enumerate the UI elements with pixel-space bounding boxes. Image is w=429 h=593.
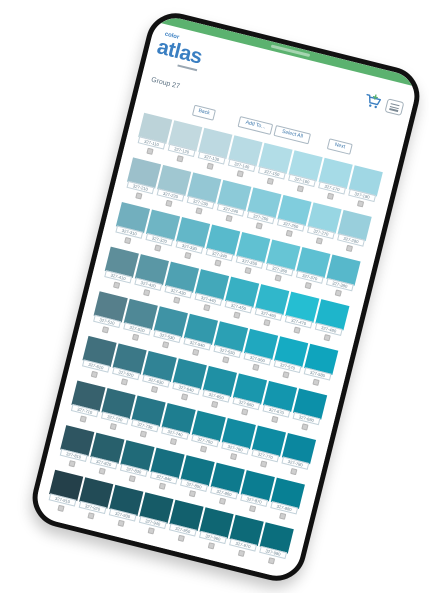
swatch-grid: 327-110 327-120 327-130 327-140 327-150 327-1… bbox=[45, 112, 384, 569]
speaker-notch bbox=[270, 44, 311, 58]
swatch-checkbox[interactable] bbox=[262, 318, 271, 327]
swatch-checkbox[interactable] bbox=[199, 445, 207, 453]
swatch-checkbox[interactable] bbox=[278, 512, 286, 520]
swatch-checkbox[interactable] bbox=[164, 199, 173, 207]
swatch-checkbox[interactable] bbox=[150, 385, 158, 393]
swatch-checkbox[interactable] bbox=[281, 371, 290, 379]
swatch-checkbox[interactable] bbox=[218, 497, 226, 505]
swatch-checkbox[interactable] bbox=[175, 155, 184, 163]
swatch-checkbox[interactable] bbox=[274, 274, 282, 282]
swatch-checkbox[interactable] bbox=[232, 311, 241, 319]
swatch-checkbox[interactable] bbox=[191, 348, 199, 356]
swatch-checkbox[interactable] bbox=[183, 251, 192, 260]
swatch-checkbox[interactable] bbox=[237, 549, 245, 557]
back-button[interactable]: Back bbox=[191, 104, 216, 121]
swatch-checkbox[interactable] bbox=[270, 415, 278, 423]
swatch-checkbox[interactable] bbox=[158, 482, 166, 490]
swatch-checkbox[interactable] bbox=[194, 207, 203, 215]
swatch-checkbox[interactable] bbox=[289, 467, 297, 476]
swatch-checkbox[interactable] bbox=[145, 147, 154, 155]
swatch-checkbox[interactable] bbox=[56, 504, 65, 512]
swatch-checkbox[interactable] bbox=[142, 288, 150, 297]
swatch-checkbox[interactable] bbox=[147, 527, 155, 535]
swatch-checkbox[interactable] bbox=[153, 244, 161, 252]
swatch-checkbox[interactable] bbox=[356, 200, 364, 208]
select-all-button[interactable]: Select All bbox=[273, 125, 312, 145]
cart-button[interactable] bbox=[363, 92, 383, 111]
swatch-checkbox[interactable] bbox=[240, 408, 248, 416]
swatch-checkbox[interactable] bbox=[202, 303, 210, 312]
hamburger-menu-icon bbox=[389, 99, 404, 112]
swatch-checkbox[interactable] bbox=[79, 415, 87, 423]
swatch-checkbox[interactable] bbox=[109, 422, 117, 431]
swatch-checkbox[interactable] bbox=[248, 504, 256, 513]
swatch-checkbox[interactable] bbox=[169, 437, 177, 446]
swatch-checkbox[interactable] bbox=[345, 244, 353, 252]
swatch-checkbox[interactable] bbox=[123, 236, 131, 245]
swatch-checkbox[interactable] bbox=[134, 192, 143, 200]
swatch-checkbox[interactable] bbox=[161, 341, 169, 349]
next-button[interactable]: Next bbox=[326, 138, 353, 155]
swatch-checkbox[interactable] bbox=[251, 363, 260, 371]
swatch-checkbox[interactable] bbox=[292, 326, 301, 334]
swatch-checkbox[interactable] bbox=[131, 333, 139, 341]
swatch-checkbox[interactable] bbox=[334, 289, 342, 297]
swatch-checkbox[interactable] bbox=[67, 459, 76, 468]
swatch-checkbox[interactable] bbox=[285, 229, 293, 237]
swatch-checkbox[interactable] bbox=[210, 400, 218, 408]
swatch-checkbox[interactable] bbox=[139, 430, 147, 438]
swatch-checkbox[interactable] bbox=[98, 467, 106, 475]
swatch-checkbox[interactable] bbox=[243, 266, 252, 275]
menu-button[interactable] bbox=[384, 98, 405, 116]
app-screen: color atlas Group 27 Back Add To... Sele… bbox=[32, 13, 420, 581]
swatch-checkbox[interactable] bbox=[229, 452, 237, 461]
swatch-checkbox[interactable] bbox=[224, 214, 233, 222]
swatch-checkbox[interactable] bbox=[120, 378, 128, 386]
swatch-checkbox[interactable] bbox=[112, 281, 120, 289]
swatch-checkbox[interactable] bbox=[267, 557, 275, 565]
add-to-button[interactable]: Add To... bbox=[237, 116, 274, 135]
phone-frame: color atlas Group 27 Back Add To... Sele… bbox=[26, 6, 426, 588]
swatch-checkbox[interactable] bbox=[296, 185, 304, 193]
swatch-checkbox[interactable] bbox=[188, 489, 196, 498]
swatch-checkbox[interactable] bbox=[323, 333, 331, 342]
swatch-checkbox[interactable] bbox=[315, 237, 323, 245]
swatch-checkbox[interactable] bbox=[266, 177, 274, 185]
swatch-checkbox[interactable] bbox=[259, 460, 267, 468]
swatch-checkbox[interactable] bbox=[207, 542, 215, 550]
swatch-checkbox[interactable] bbox=[206, 162, 214, 170]
swatch-checkbox[interactable] bbox=[304, 281, 312, 290]
swatch-checkbox[interactable] bbox=[213, 259, 222, 267]
swatch-checkbox[interactable] bbox=[172, 296, 180, 304]
swatch-checkbox[interactable] bbox=[236, 170, 244, 178]
swatch-checkbox[interactable] bbox=[311, 378, 320, 386]
swatch-checkbox[interactable] bbox=[117, 519, 125, 527]
cart-icon bbox=[366, 93, 382, 109]
logo-atlas-word[interactable]: atlas bbox=[155, 35, 205, 68]
swatch-checkbox[interactable] bbox=[300, 423, 309, 431]
swatch-checkbox[interactable] bbox=[101, 326, 109, 334]
swatch-checkbox[interactable] bbox=[326, 192, 334, 200]
swatch-checkbox[interactable] bbox=[90, 370, 98, 378]
swatch-checkbox[interactable] bbox=[180, 393, 188, 401]
swatch-checkbox[interactable] bbox=[255, 222, 263, 230]
swatch-checkbox[interactable] bbox=[128, 474, 136, 483]
swatch-checkbox[interactable] bbox=[221, 356, 229, 364]
swatch-checkbox[interactable] bbox=[177, 534, 185, 542]
swatch-checkbox[interactable] bbox=[86, 512, 95, 520]
group-title: Group 27 bbox=[150, 76, 181, 91]
